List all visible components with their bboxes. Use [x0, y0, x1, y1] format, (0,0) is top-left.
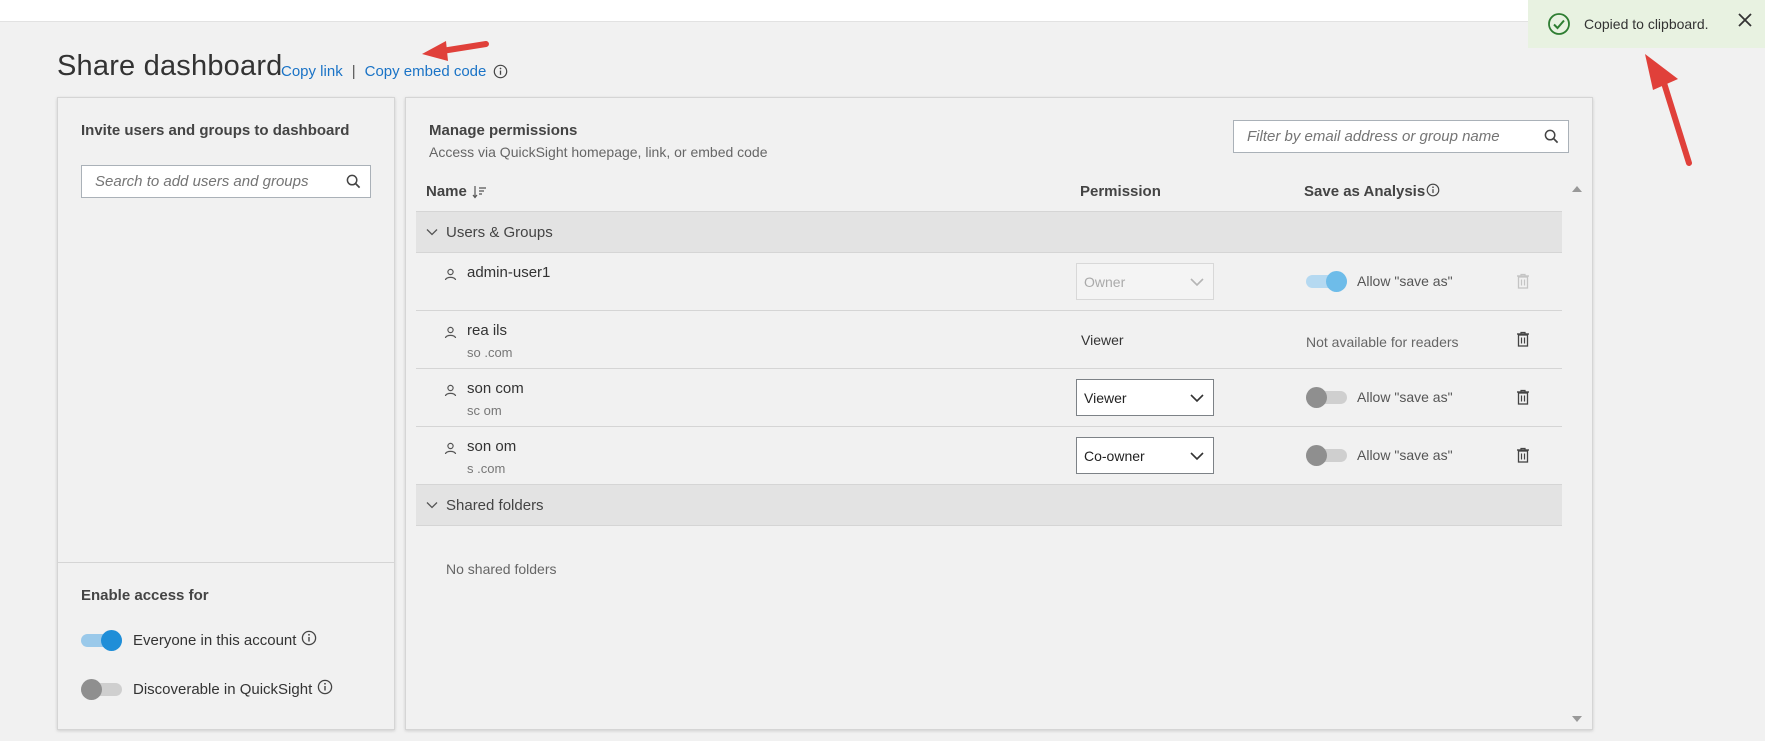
info-icon[interactable] [317, 679, 333, 699]
trash-icon[interactable] [1516, 447, 1530, 468]
permission-text: Viewer [1081, 332, 1124, 348]
annotation-arrow-up [1645, 54, 1692, 166]
enable-access-title: Enable access for [81, 587, 209, 604]
save-as-control: Allow "save as" [1306, 271, 1453, 292]
user-name: son com [467, 380, 524, 397]
close-icon[interactable] [1737, 12, 1753, 33]
invite-title: Invite users and groups to dashboard [81, 122, 350, 139]
sort-icon[interactable] [472, 185, 487, 199]
save-as-label: Allow "save as" [1357, 273, 1453, 289]
manage-permissions-subtitle: Access via QuickSight homepage, link, or… [429, 144, 768, 160]
chevron-down-icon [426, 226, 438, 238]
column-save-as-label: Save as Analysis [1304, 183, 1426, 200]
user-name: rea ils [467, 322, 508, 339]
chevron-down-icon [1189, 391, 1205, 407]
everyone-access-row: Everyone in this account [81, 630, 317, 651]
everyone-toggle[interactable] [81, 630, 122, 651]
discoverable-label: Discoverable in QuickSight [133, 680, 313, 698]
user-icon [444, 384, 457, 402]
search-icon[interactable] [346, 174, 361, 194]
user-name: son om [467, 438, 517, 455]
check-circle-icon [1547, 12, 1571, 36]
no-shared-folders-text: No shared folders [446, 561, 557, 577]
toast-message: Copied to clipboard. [1584, 16, 1709, 32]
save-as-control: Allow "save as" [1306, 387, 1453, 408]
permission-value: Viewer [1084, 389, 1127, 406]
save-as-toggle [1306, 271, 1347, 292]
trash-icon[interactable] [1516, 331, 1530, 352]
user-icon [444, 326, 457, 344]
permission-value: Owner [1084, 273, 1126, 290]
panel-divider [58, 562, 394, 563]
title-links: Copy link | Copy embed code [281, 63, 508, 80]
redacted-area [457, 286, 701, 304]
copy-embed-code-button[interactable]: Copy embed code [365, 63, 487, 80]
discoverable-toggle[interactable] [81, 679, 122, 700]
user-email: so .com [467, 345, 513, 360]
table-row: son com sc om Viewer Allow "save as" [416, 369, 1562, 427]
trash-icon [1516, 273, 1530, 294]
permission-value: Co-owner [1084, 447, 1145, 464]
table-row: son om s .com Co-owner Allow "save as" [416, 427, 1562, 485]
link-separator: | [351, 63, 356, 80]
filter-input[interactable] [1234, 121, 1529, 152]
save-as-toggle[interactable] [1306, 387, 1347, 408]
users-groups-section-header[interactable]: Users & Groups [416, 211, 1562, 253]
user-email: sc om [467, 403, 502, 418]
save-as-control: Allow "save as" [1306, 445, 1453, 466]
chevron-down-icon [426, 499, 438, 511]
permission-select[interactable]: Viewer [1076, 379, 1214, 416]
info-icon[interactable] [301, 630, 317, 650]
user-email: s .com [467, 461, 506, 476]
invite-search-input[interactable] [82, 166, 332, 197]
scroll-up-arrow[interactable] [1571, 180, 1583, 198]
column-header-name[interactable]: Name [426, 183, 487, 200]
discoverable-access-row: Discoverable in QuickSight [81, 679, 333, 700]
column-header-save-as: Save as Analysis [1304, 183, 1440, 200]
table-row: rea ils so .com Viewer Not available for… [416, 311, 1562, 369]
everyone-label: Everyone in this account [133, 631, 297, 649]
user-icon [444, 442, 457, 460]
info-icon[interactable] [1426, 183, 1440, 197]
toast-notification: Copied to clipboard. [1528, 0, 1765, 48]
permissions-table: Name Permission Save as Analysis Users &… [416, 172, 1562, 728]
permission-select: Owner [1076, 263, 1214, 300]
save-as-label: Allow "save as" [1357, 389, 1453, 405]
save-as-toggle[interactable] [1306, 445, 1347, 466]
annotation-arrow-left [422, 41, 489, 61]
user-name: admin-user1 [467, 264, 551, 281]
copy-link-button[interactable]: Copy link [281, 63, 343, 80]
manage-permissions-title: Manage permissions [429, 122, 578, 139]
chevron-down-icon [1189, 275, 1205, 291]
permission-select[interactable]: Co-owner [1076, 437, 1214, 474]
top-bar [0, 0, 1765, 22]
column-header-permission: Permission [1080, 183, 1161, 200]
users-groups-label: Users & Groups [446, 223, 553, 241]
trash-icon[interactable] [1516, 389, 1530, 410]
shared-folders-section-header[interactable]: Shared folders [416, 484, 1562, 526]
save-as-label: Allow "save as" [1357, 447, 1453, 463]
shared-folders-label: Shared folders [446, 496, 544, 514]
user-icon [444, 268, 457, 286]
chevron-down-icon [1189, 449, 1205, 465]
invite-search-box [81, 165, 371, 198]
invite-panel: Invite users and groups to dashboard Ena… [57, 97, 395, 730]
permissions-panel: Manage permissions Access via QuickSight… [405, 97, 1593, 730]
search-icon[interactable] [1544, 129, 1559, 149]
page-title: Share dashboard [57, 50, 283, 82]
column-name-label: Name [426, 183, 467, 200]
info-icon[interactable] [493, 64, 508, 79]
save-as-unavailable: Not available for readers [1306, 334, 1459, 350]
table-row: admin-user1 Owner Allow "save as" [416, 253, 1562, 311]
filter-box [1233, 120, 1569, 153]
scroll-down-arrow[interactable] [1571, 710, 1583, 728]
